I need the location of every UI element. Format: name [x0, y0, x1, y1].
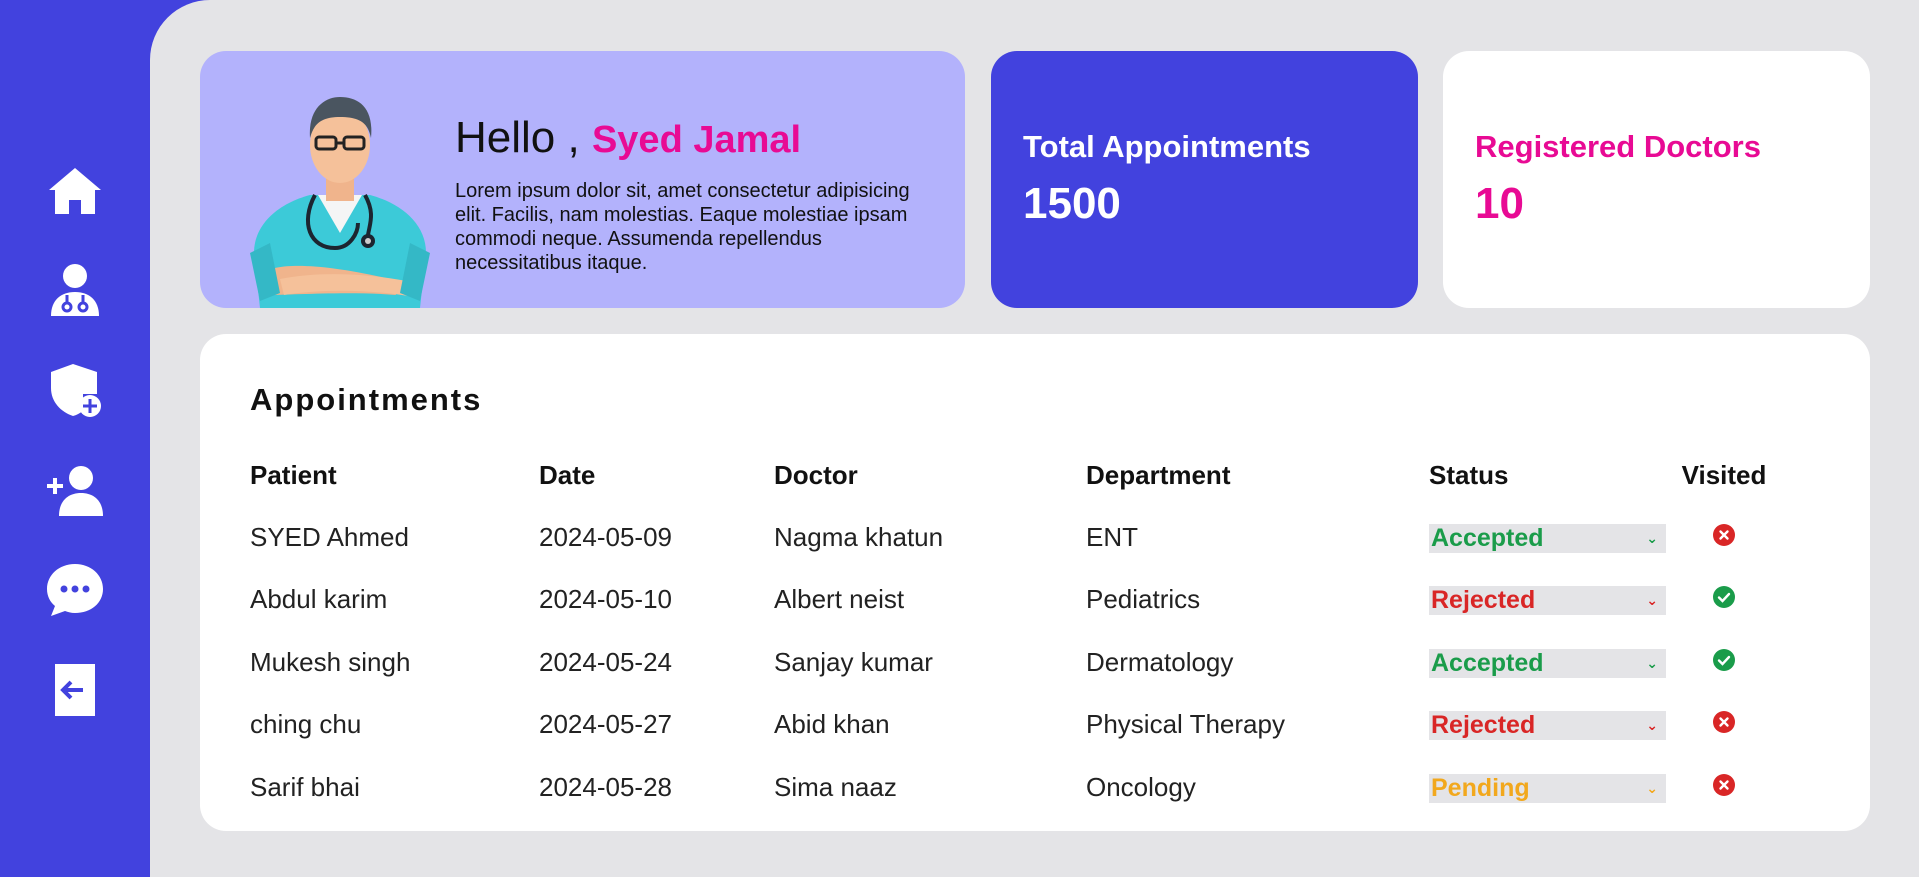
status-select[interactable]: Rejected ⌄ — [1429, 711, 1666, 741]
table-header-row: Patient Date Doctor Department Status Vi… — [250, 444, 1779, 506]
column-header-date: Date — [539, 459, 596, 490]
registered-doctors-value: 10 — [1475, 179, 1524, 228]
user-name: Syed Jamal — [591, 119, 802, 161]
greeting-text: Hello , — [455, 113, 580, 162]
chevron-down-icon: ⌄ — [1646, 529, 1658, 546]
appointments-card: Appointments Patient Date Doctor Departm… — [200, 334, 1870, 831]
chevron-down-icon: ⌄ — [1646, 779, 1658, 796]
nav-add-patient[interactable] — [40, 455, 110, 525]
x-circle-icon — [1713, 773, 1735, 796]
appointments-table: Patient Date Doctor Department Status Vi… — [250, 444, 1779, 819]
doctor-illustration — [250, 97, 430, 308]
date-cell: 2024-05-10 — [539, 584, 672, 615]
table-row: Abdul karim 2024-05-10 Albert neist Pediatr… — [250, 569, 1779, 632]
patient-cell: Sarif bhai — [250, 771, 360, 802]
column-header-status: Status — [1429, 459, 1509, 490]
nav-messages[interactable] — [40, 555, 110, 625]
nav-departments[interactable] — [40, 355, 110, 425]
status-cell: Rejected ⌄ — [1429, 694, 1669, 757]
patient-cell: ching chu — [250, 709, 362, 740]
table-row: Sarif bhai 2024-05-28 Sima naaz Oncology Pen… — [250, 756, 1779, 819]
status-value: Accepted — [1431, 648, 1544, 677]
status-cell: Pending ⌄ — [1429, 756, 1669, 819]
date-cell: 2024-05-27 — [539, 709, 672, 740]
status-cell: Accepted ⌄ — [1429, 631, 1669, 694]
department-cell: Oncology — [1086, 771, 1196, 802]
table-row: Mukesh singh 2024-05-24 Sanjay kumar Dermat… — [250, 631, 1779, 694]
registered-doctors-label: Registered Doctors — [1475, 129, 1761, 164]
total-appointments-label: Total Appointments — [1023, 129, 1311, 164]
nav-home[interactable] — [40, 155, 110, 225]
welcome-message: Lorem ipsum dolor sit, amet consectetur … — [455, 180, 910, 274]
status-cell: Rejected ⌄ — [1429, 569, 1669, 632]
doctor-cell: Sima naaz — [774, 771, 897, 802]
department-cell: Physical Therapy — [1086, 709, 1285, 740]
status-value: Accepted — [1431, 523, 1544, 552]
home-icon — [49, 168, 101, 214]
status-select[interactable]: Rejected ⌄ — [1429, 586, 1666, 616]
logout-icon — [55, 664, 95, 716]
visited-cell — [1669, 631, 1779, 694]
status-value: Rejected — [1431, 711, 1536, 740]
add-user-icon — [47, 466, 103, 516]
x-circle-icon — [1713, 523, 1735, 546]
check-circle-icon — [1713, 586, 1735, 609]
column-header-patient: Patient — [250, 459, 337, 490]
visited-cell — [1669, 756, 1779, 819]
date-cell: 2024-05-24 — [539, 646, 672, 677]
sidebar — [0, 0, 150, 877]
department-cell: ENT — [1086, 521, 1138, 552]
chat-bubble-icon — [47, 564, 103, 616]
doctor-cell: Nagma khatun — [774, 521, 944, 552]
status-value: Rejected — [1431, 586, 1536, 615]
appointments-title: Appointments — [250, 382, 483, 417]
visited-cell — [1669, 569, 1779, 632]
chevron-down-icon: ⌄ — [1646, 592, 1658, 609]
appointments-table-body: SYED Ahmed 2024-05-09 Nagma khatun ENT Accep… — [250, 506, 1779, 819]
patient-cell: SYED Ahmed — [250, 521, 409, 552]
chevron-down-icon: ⌄ — [1646, 654, 1658, 671]
nav-logout[interactable] — [40, 655, 110, 725]
doctor-cell: Sanjay kumar — [774, 646, 933, 677]
doctor-cell: Abid khan — [774, 709, 890, 740]
status-value: Pending — [1431, 773, 1530, 802]
status-select[interactable]: Accepted ⌄ — [1429, 648, 1666, 678]
total-appointments-card: Total Appointments 1500 — [991, 51, 1418, 308]
main-content: Hello , Syed Jamal Lorem ipsum dolor sit… — [150, 0, 1919, 877]
nav-doctors[interactable] — [40, 255, 110, 325]
column-header-department: Department — [1086, 459, 1231, 490]
chevron-down-icon: ⌄ — [1646, 717, 1658, 734]
date-cell: 2024-05-09 — [539, 521, 672, 552]
department-cell: Pediatrics — [1086, 584, 1201, 615]
shield-plus-icon — [51, 364, 101, 417]
welcome-card: Hello , Syed Jamal Lorem ipsum dolor sit… — [200, 51, 965, 308]
patient-cell: Mukesh singh — [250, 646, 411, 677]
check-circle-icon — [1713, 648, 1735, 671]
status-cell: Accepted ⌄ — [1429, 506, 1669, 569]
doctor-cell: Albert neist — [774, 584, 905, 615]
date-cell: 2024-05-28 — [539, 771, 672, 802]
department-cell: Dermatology — [1086, 646, 1234, 677]
greeting: Hello , Syed Jamal — [455, 113, 801, 163]
doctor-icon — [51, 264, 99, 316]
status-select[interactable]: Pending ⌄ — [1429, 773, 1666, 803]
total-appointments-value: 1500 — [1023, 179, 1121, 228]
visited-cell — [1669, 694, 1779, 757]
x-circle-icon — [1713, 711, 1735, 734]
patient-cell: Abdul karim — [250, 584, 388, 615]
table-row: ching chu 2024-05-27 Abid khan Physical The… — [250, 694, 1779, 757]
column-header-doctor: Doctor — [774, 459, 858, 490]
column-header-visited: Visited — [1681, 459, 1767, 490]
registered-doctors-card: Registered Doctors 10 — [1443, 51, 1870, 308]
visited-cell — [1669, 506, 1779, 569]
status-select[interactable]: Accepted ⌄ — [1429, 523, 1666, 553]
table-row: SYED Ahmed 2024-05-09 Nagma khatun ENT Accep… — [250, 506, 1779, 569]
